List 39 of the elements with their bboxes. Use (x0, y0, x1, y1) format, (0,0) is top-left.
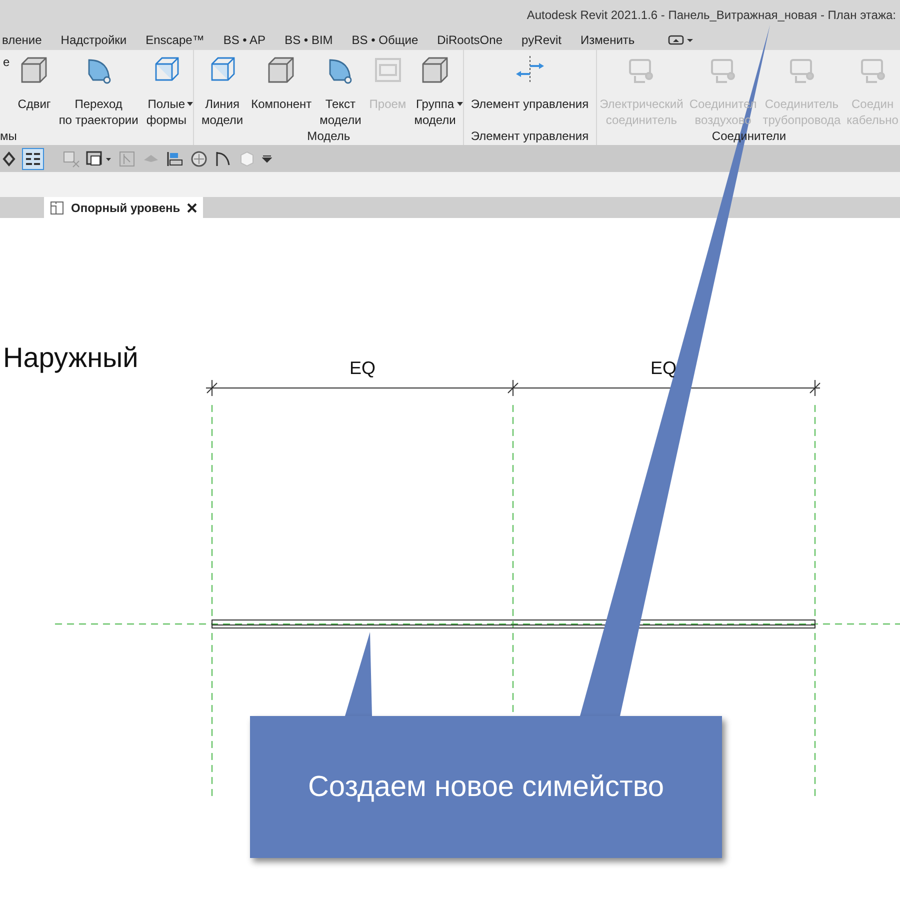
ribbon-button[interactable]: Элемент управления (468, 50, 592, 129)
ribbon-button[interactable]: Текст модели (316, 50, 364, 129)
ribbon-tab[interactable]: DiRootsOne (437, 33, 502, 47)
level-label: Наружный (3, 342, 138, 374)
toolbar-icon[interactable] (86, 150, 112, 168)
caret-icon (456, 102, 463, 106)
ribbon-tab[interactable]: вление (2, 33, 42, 47)
ribbon-tab[interactable]: Изменить (580, 33, 635, 47)
ribbon-tab[interactable]: Enscape™ (146, 33, 204, 47)
properties-icon[interactable] (22, 148, 44, 170)
callout-text: Создаем новое симейство (308, 770, 664, 804)
ribbon-button[interactable]: Сдвиг (14, 50, 54, 129)
toolbar-icon[interactable] (214, 150, 232, 168)
ribbon-tab[interactable]: BS • Общие (352, 33, 418, 47)
ribbon-group-label: Элемент управления (470, 129, 590, 145)
ribbon-tab[interactable]: BS • BIM (284, 33, 333, 47)
ribbon-tab[interactable]: BS • AP (223, 33, 266, 47)
align-icon[interactable] (166, 150, 184, 168)
ribbon-tab[interactable]: Надстройки (60, 33, 127, 47)
toolbar-icon[interactable] (190, 150, 208, 168)
dropdown-icon[interactable] (262, 154, 272, 164)
ribbon-button[interactable]: Компонент (248, 50, 315, 129)
floor-plan-icon (50, 200, 64, 214)
toolbar-icon[interactable] (2, 150, 16, 166)
dimension-label: EQ (348, 358, 376, 379)
caret-icon (187, 102, 194, 106)
window-title: Autodesk Revit 2021.1.6 - Панель_Витражная_новая - План этажа: (526, 8, 896, 22)
ribbon-button[interactable]: Переход по траектории (56, 50, 142, 129)
ribbon-group-label: Модель (306, 129, 352, 145)
ribbon-button[interactable]: Группа модели (411, 50, 459, 129)
close-icon[interactable] (187, 202, 198, 212)
ribbon-group-label: мы (0, 129, 18, 145)
view-tab[interactable]: Опорный уровень (44, 197, 204, 218)
ribbon-button[interactable]: Полые формы (143, 50, 190, 129)
panel-toggle-icon[interactable] (668, 34, 694, 46)
ribbon-button[interactable]: е (0, 50, 13, 129)
ribbon-button[interactable]: Линия модели (198, 50, 246, 129)
ribbon-tab[interactable]: pyRevit (522, 33, 562, 47)
dimension-label: EQ (649, 358, 678, 379)
